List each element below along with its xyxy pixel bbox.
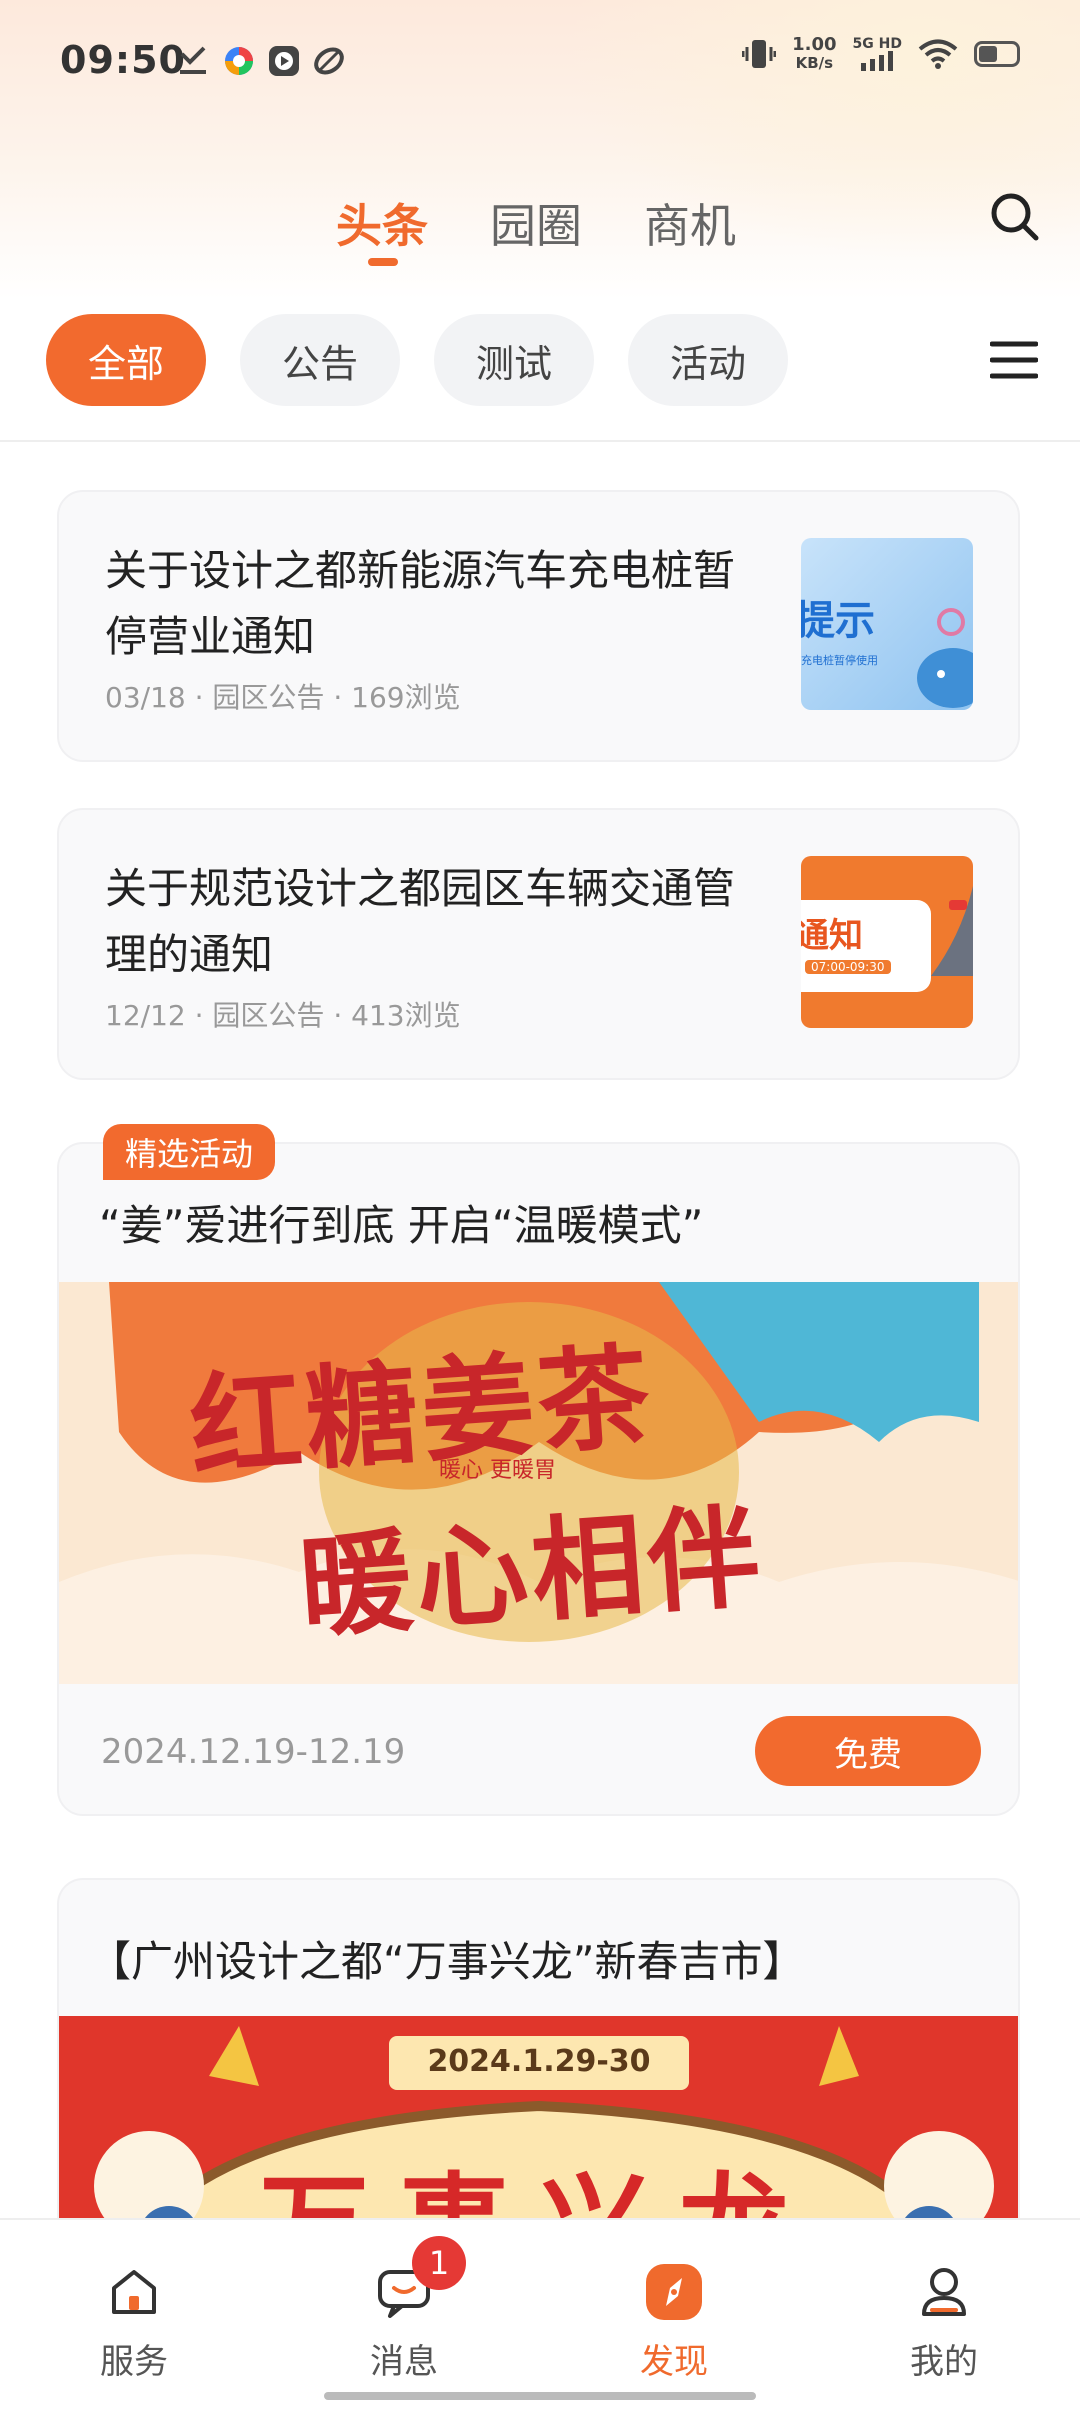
nav-service[interactable]: 服务 — [74, 2260, 194, 2383]
wifi-icon — [918, 39, 958, 69]
nav-label: 消息 — [370, 2342, 438, 2382]
battery-icon — [974, 41, 1020, 67]
news-title: 关于规范设计之都园区车辆交通管理的通知 — [105, 864, 736, 979]
free-button[interactable]: 免费 — [755, 1716, 981, 1786]
nav-discover[interactable]: 发现 — [614, 2260, 734, 2383]
news-meta: 12/12 · 园区公告 · 413浏览 — [105, 999, 461, 1032]
news-meta: 03/18 · 园区公告 · 169浏览 — [105, 681, 461, 714]
news-card[interactable]: 关于规范设计之都园区车辆交通管理的通知 12/12 · 园区公告 · 413浏览… — [57, 808, 1020, 1080]
signal-icon — [861, 51, 894, 71]
status-right: 1.00 KB/s 5G HD — [742, 36, 1020, 72]
speed-value: 1.00 — [792, 34, 837, 55]
tab-headlines[interactable]: 头条 — [336, 190, 428, 256]
filter-test[interactable]: 测试 — [434, 314, 594, 406]
banner-date: 2024.1.29-30 — [427, 2044, 651, 2079]
news-category: 园区公告 — [212, 681, 325, 714]
download-check-icon — [180, 46, 206, 74]
thumbnail-subtext: 充电桩暂停使用 — [801, 654, 878, 667]
news-date: 03/18 — [105, 681, 186, 714]
whale-illustration — [917, 608, 973, 708]
news-date: 12/12 — [105, 999, 186, 1032]
activity-card[interactable]: “姜”爱进行到底 开启“温暖模式” 红糖姜茶 暖心 更暖胃 暖心相伴 2024.… — [57, 1142, 1020, 1816]
featured-badge: 精选活动 — [103, 1124, 275, 1180]
road-illustration — [931, 886, 973, 976]
network-speed: 1.00 KB/s — [792, 34, 837, 73]
activity-date: 2024.12.19-12.19 — [101, 1732, 406, 1772]
home-indicator[interactable] — [324, 2392, 756, 2400]
home-icon — [112, 2270, 156, 2314]
filter-all[interactable]: 全部 — [46, 314, 206, 406]
activity-title: 【广州设计之都“万事兴龙”新春吉市】 — [89, 1937, 805, 1986]
news-views: 413浏览 — [351, 999, 461, 1032]
leaf-app-icon — [314, 47, 344, 75]
activity-banner: 红糖姜茶 暖心 更暖胃 暖心相伴 — [59, 1282, 1018, 1684]
status-time: 09:50 — [60, 38, 186, 82]
banner-text-bottom: 暖心相伴 — [295, 1490, 768, 1655]
thumbnail-subtext: 07:00-09:30 — [805, 960, 891, 974]
search-icon[interactable] — [988, 190, 1040, 242]
banner-text-top: 红糖姜茶 — [185, 1330, 658, 1495]
app-colorful-icon — [225, 47, 253, 75]
filter-divider — [0, 440, 1080, 442]
nav-label: 服务 — [100, 2342, 168, 2382]
filter-announcement[interactable]: 公告 — [240, 314, 400, 406]
nav-label: 发现 — [640, 2342, 708, 2382]
news-thumbnail: 提示 充电桩暂停使用 — [801, 538, 973, 710]
activity-title: “姜”爱进行到底 开启“温暖模式” — [99, 1201, 704, 1250]
bottom-nav: 服务 消息 发现 我的 — [0, 2218, 1080, 2410]
nav-mine[interactable]: 我的 — [884, 2260, 1004, 2383]
thumbnail-text: 提示 — [801, 598, 875, 644]
tab-park-circle[interactable]: 园圈 — [490, 190, 582, 256]
active-tab-indicator — [368, 258, 398, 266]
news-views: 169浏览 — [351, 681, 461, 714]
vibrate-icon — [742, 40, 777, 68]
compass-icon — [646, 2264, 702, 2320]
network-type: 5G HD — [852, 36, 902, 52]
filter-activity[interactable]: 活动 — [628, 314, 788, 406]
speed-unit: KB/s — [795, 54, 834, 72]
news-title: 关于设计之都新能源汽车充电桩暂停营业通知 — [105, 546, 736, 661]
news-card[interactable]: 关于设计之都新能源汽车充电桩暂停营业通知 03/18 · 园区公告 · 169浏… — [57, 490, 1020, 762]
tab-business[interactable]: 商机 — [644, 190, 736, 256]
menu-icon[interactable] — [990, 340, 1038, 380]
news-thumbnail: 通知 07:00-09:30 — [801, 856, 973, 1028]
nav-label: 我的 — [910, 2342, 978, 2382]
video-app-icon — [269, 46, 299, 76]
banner-small-text: 暖心 更暖胃 — [439, 1458, 556, 1483]
news-category: 园区公告 — [212, 999, 325, 1032]
message-count-badge: 1 — [412, 2236, 466, 2290]
thumbnail-text: 通知 — [801, 916, 863, 956]
user-icon — [922, 2268, 966, 2316]
status-bar: 09:50 1.00 KB/s 5G HD — [0, 0, 1080, 130]
header-tabs: 头条 园圈 商机 — [0, 180, 1080, 270]
